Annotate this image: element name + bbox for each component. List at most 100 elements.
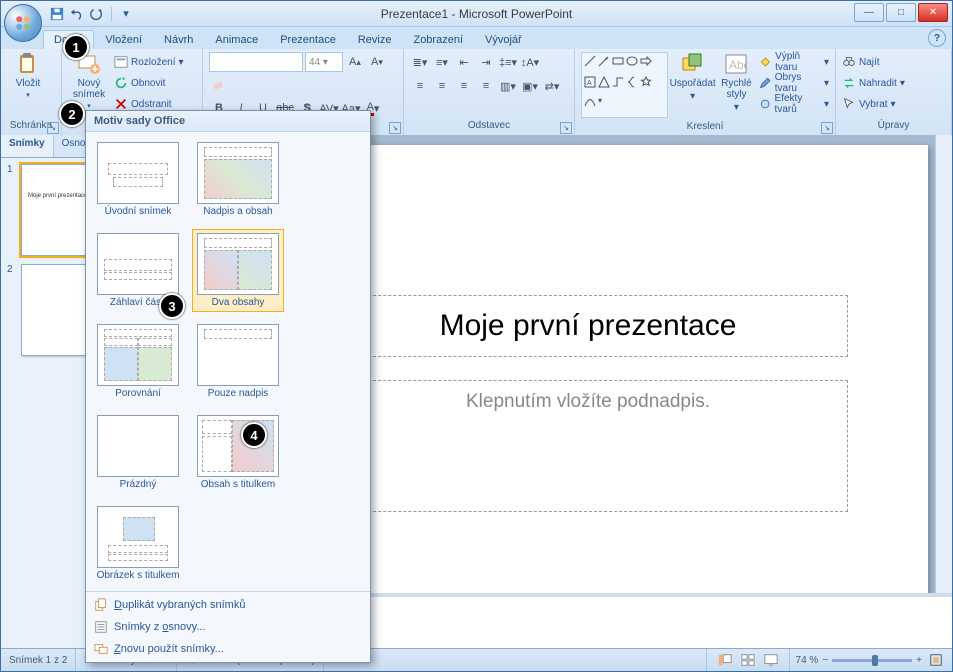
font-size-combo[interactable]: 44 ▾ — [305, 52, 343, 72]
grow-font-button[interactable]: A▴ — [345, 52, 365, 72]
smartart-button[interactable]: ⇄▾ — [542, 76, 562, 96]
line-spacing-button[interactable]: ‡≡▾ — [498, 52, 518, 72]
font-name-combo[interactable] — [209, 52, 303, 72]
tab-design[interactable]: Návrh — [153, 30, 204, 49]
shape-connector-icon — [612, 76, 624, 88]
quick-styles-button[interactable]: Abc Rychlé styly▾ — [718, 52, 756, 113]
shape-effects-button[interactable]: Efekty tvarů▾ — [759, 94, 829, 114]
tab-developer[interactable]: Vývojář — [474, 30, 533, 49]
thumb-number: 1 — [7, 164, 17, 256]
thumb-number: 2 — [7, 264, 17, 356]
shapes-gallery[interactable]: A ▾ — [581, 52, 668, 118]
shape-brace-icon — [626, 76, 638, 88]
zoom-in-button[interactable]: + — [916, 655, 922, 666]
layout-blank[interactable]: Prázdný — [92, 411, 184, 494]
annotation-1: 1 — [63, 34, 89, 60]
group-drawing-label: Kreslení — [687, 121, 724, 132]
paragraph-launcher[interactable]: ↘ — [560, 122, 572, 134]
clear-format-button[interactable] — [209, 74, 229, 94]
slide-subtitle-placeholder[interactable]: Klepnutím vložíte podnadpis. — [328, 380, 848, 512]
shape-outline-button[interactable]: Obrys tvaru▾ — [759, 73, 829, 93]
qat-customize-icon[interactable]: ▾ — [118, 6, 134, 22]
slide-title-placeholder[interactable]: Moje první prezentace — [328, 295, 848, 357]
zoom-slider[interactable] — [832, 659, 912, 662]
save-icon[interactable] — [49, 6, 65, 22]
view-sorter-button[interactable] — [738, 650, 758, 670]
inc-indent-button[interactable]: ⇥ — [476, 52, 496, 72]
paste-button[interactable]: Vložit▾ — [7, 52, 49, 99]
redo-icon[interactable] — [89, 6, 105, 22]
text-direction-button[interactable]: ↕A▾ — [520, 52, 540, 72]
replace-button[interactable]: Nahradit▾ — [842, 73, 905, 93]
shape-rectangle-icon — [612, 55, 624, 67]
numbering-button[interactable]: ≡▾ — [432, 52, 452, 72]
tab-insert[interactable]: Vložení — [94, 30, 153, 49]
arrange-button[interactable]: Uspořádat▾ — [672, 52, 714, 102]
annotation-2: 2 — [59, 101, 85, 127]
gallery-header: Motiv sady Office — [86, 111, 370, 132]
reset-button[interactable]: Obnovit — [114, 73, 184, 93]
shape-triangle-icon — [598, 76, 610, 88]
view-slideshow-icon — [764, 653, 778, 667]
eraser-icon — [212, 77, 226, 91]
justify-button[interactable]: ≡ — [476, 76, 496, 96]
view-slideshow-button[interactable] — [761, 650, 781, 670]
align-center-button[interactable]: ≡ — [432, 76, 452, 96]
outline-icon — [94, 620, 108, 634]
vertical-scrollbar[interactable] — [935, 135, 952, 649]
align-left-button[interactable]: ≡ — [410, 76, 430, 96]
shape-fill-button[interactable]: Výplň tvaru▾ — [759, 52, 829, 72]
layout-content-caption[interactable]: Obsah s titulkem — [192, 411, 284, 494]
columns-button[interactable]: ▥▾ — [498, 76, 518, 96]
bullets-button[interactable]: ≣▾ — [410, 52, 430, 72]
layout-button[interactable]: Rozložení▾ — [114, 52, 184, 72]
help-button[interactable]: ? — [928, 29, 946, 47]
tab-view[interactable]: Zobrazení — [402, 30, 474, 49]
tab-slideshow[interactable]: Prezentace — [269, 30, 347, 49]
clipboard-launcher[interactable]: ↘ — [47, 122, 59, 134]
reuse-slides-item[interactable]: Znovu použít snímky... — [86, 638, 370, 660]
annotation-3: 3 — [159, 293, 185, 319]
minimize-button[interactable]: — — [854, 3, 884, 22]
view-normal-button[interactable] — [715, 650, 735, 670]
layout-title-slide[interactable]: Úvodní snímek — [92, 138, 184, 221]
close-button[interactable]: ✕ — [918, 3, 948, 22]
layout-picture-caption[interactable]: Obrázek s titulkem — [92, 502, 184, 585]
pane-tab-slides[interactable]: Snímky — [1, 135, 54, 157]
ribbon-tabbar: Domů Vložení Návrh Animace Prezentace Re… — [43, 27, 952, 49]
zoom-out-button[interactable]: − — [822, 655, 828, 666]
slides-from-outline-item[interactable]: Snímky z osnovy... — [86, 616, 370, 638]
clipboard-icon — [16, 52, 40, 76]
layout-comparison[interactable]: Porovnání — [92, 320, 184, 403]
tab-animations[interactable]: Animace — [204, 30, 269, 49]
shrink-font-button[interactable]: A▾ — [367, 52, 387, 72]
zoom-level: 74 % — [796, 655, 819, 666]
svg-text:Abc: Abc — [729, 58, 748, 72]
office-button[interactable] — [4, 4, 42, 42]
delete-icon — [114, 97, 128, 111]
layout-two-content[interactable]: Dva obsahy — [192, 229, 284, 312]
group-clipboard-label: Schránka — [10, 120, 52, 131]
view-normal-icon — [718, 653, 732, 667]
zoom-control[interactable]: 74 % − + — [790, 650, 952, 670]
binoculars-icon — [842, 55, 856, 69]
align-right-button[interactable]: ≡ — [454, 76, 474, 96]
tab-review[interactable]: Revize — [347, 30, 403, 49]
undo-icon[interactable] — [69, 6, 85, 22]
font-launcher[interactable]: ↘ — [389, 122, 401, 134]
replace-icon — [842, 76, 856, 90]
layout-title-content[interactable]: Nadpis a obsah — [192, 138, 284, 221]
fit-to-window-button[interactable] — [926, 650, 946, 670]
drawing-launcher[interactable]: ↘ — [821, 122, 833, 134]
bucket-icon — [759, 55, 772, 69]
dec-indent-button[interactable]: ⇤ — [454, 52, 474, 72]
duplicate-slides-item[interactable]: DDuplikát vybraných snímkůuplikát vybran… — [86, 594, 370, 616]
maximize-button[interactable]: □ — [886, 3, 916, 22]
quick-access-toolbar: ▾ — [49, 6, 134, 22]
align-text-button[interactable]: ▣▾ — [520, 76, 540, 96]
annotation-4: 4 — [241, 422, 267, 448]
select-button[interactable]: Vybrat▾ — [842, 94, 905, 114]
shape-line-icon — [584, 55, 596, 67]
find-button[interactable]: Najít — [842, 52, 905, 72]
layout-title-only[interactable]: Pouze nadpis — [192, 320, 284, 403]
